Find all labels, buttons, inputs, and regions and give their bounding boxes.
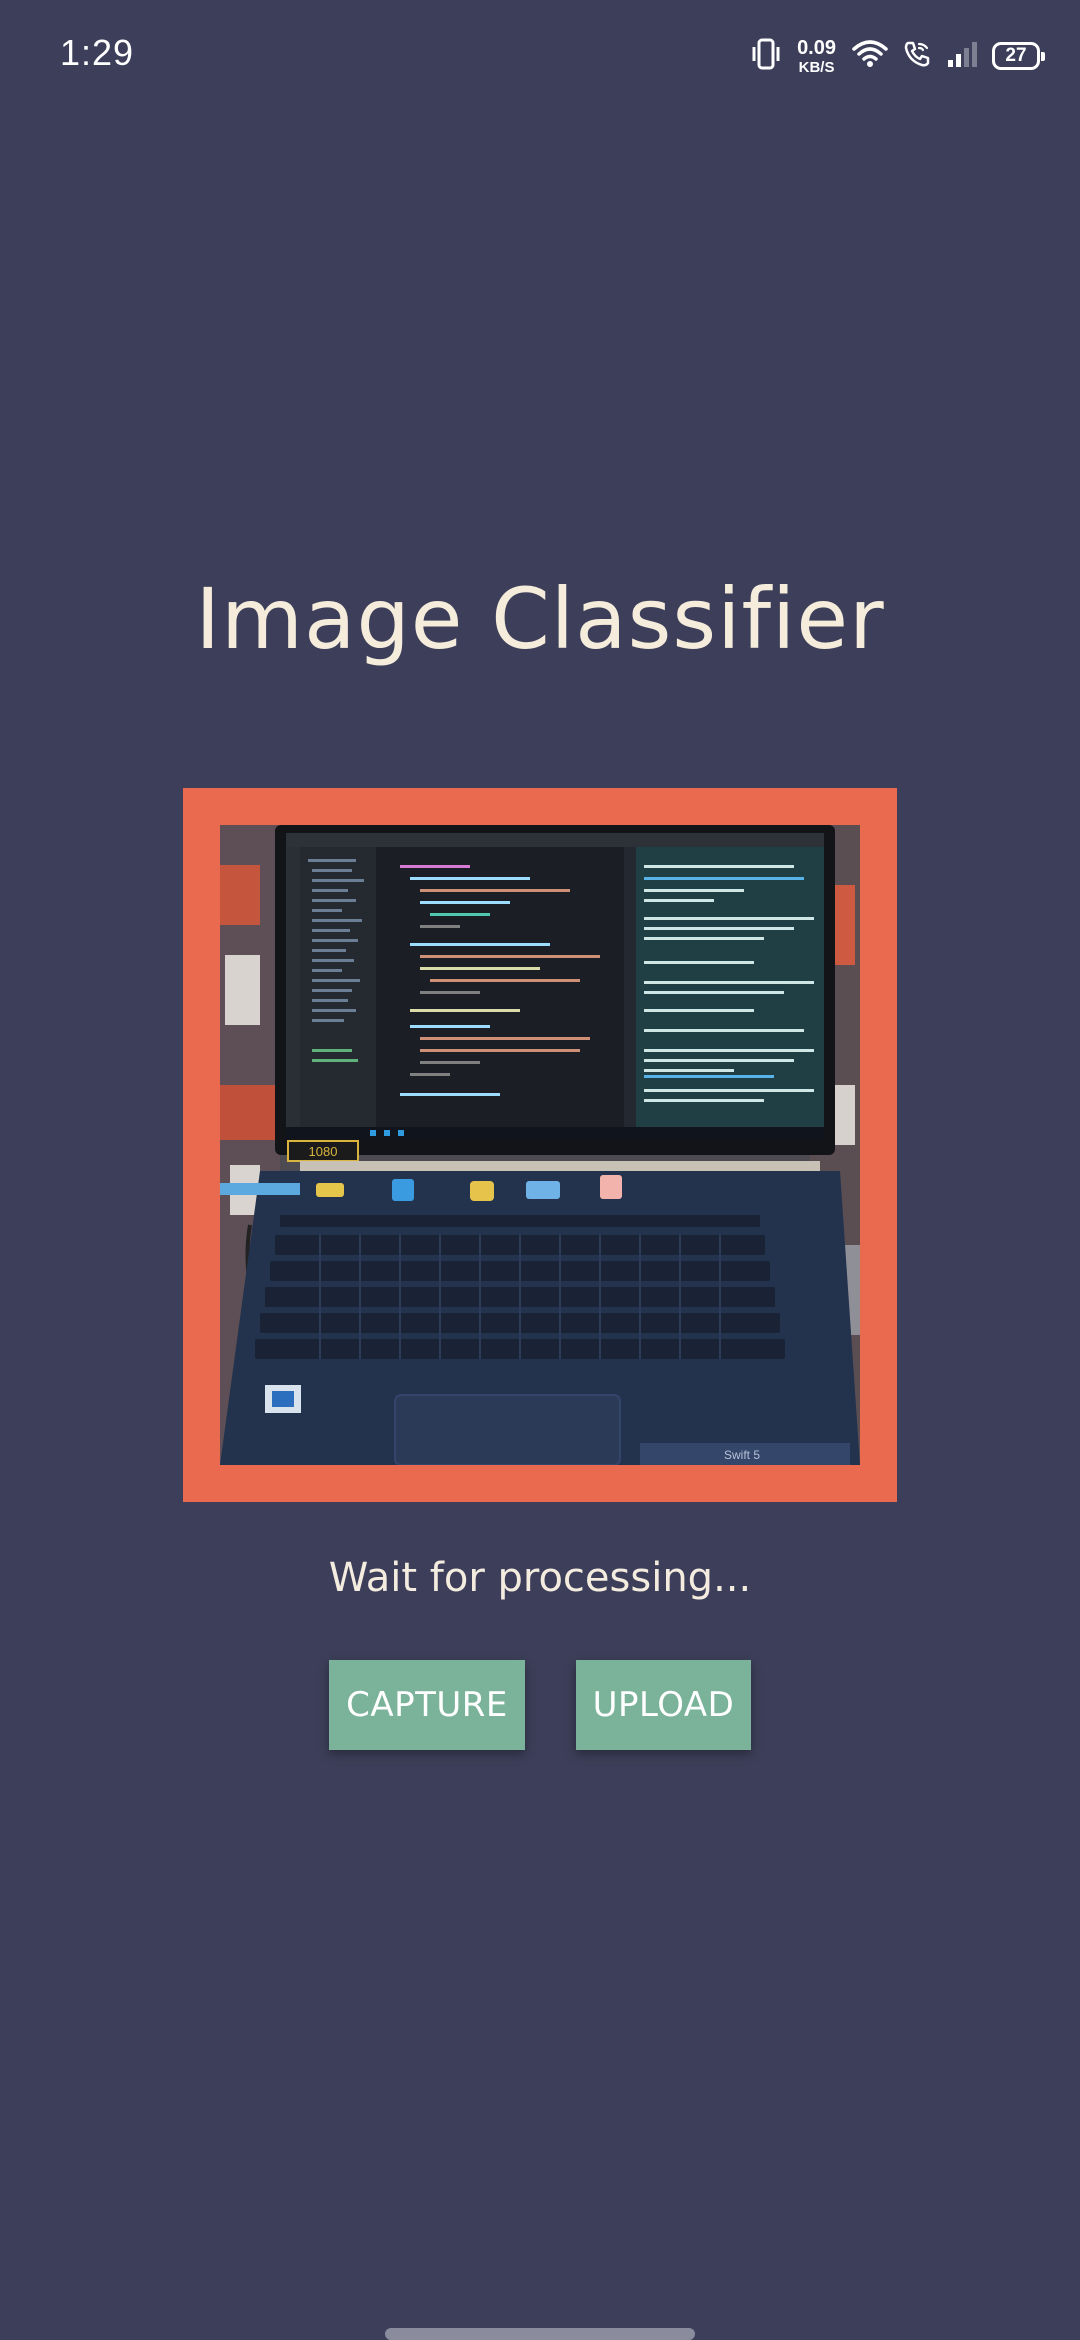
image-preview: 1080 Swift 5 [220, 825, 860, 1465]
net-speed-unit: KB/S [798, 58, 835, 76]
status-bar: 1:29 0.09 KB/S 27 [0, 0, 1080, 110]
net-speed-value: 0.09 [797, 36, 836, 59]
image-preview-frame: 1080 Swift 5 [183, 788, 897, 1502]
wifi-icon [852, 39, 888, 74]
home-indicator[interactable] [385, 2328, 695, 2340]
capture-button[interactable]: CAPTURE [329, 1660, 525, 1750]
app-title: Image Classifier [195, 570, 885, 668]
wifi-call-icon [902, 39, 932, 74]
processing-status-text: Wait for processing... [328, 1555, 752, 1601]
status-time: 1:29 [60, 32, 135, 73]
upload-button[interactable]: UPLOAD [576, 1660, 751, 1750]
battery-icon: 27 [992, 42, 1045, 70]
net-speed: 0.09 KB/S [797, 38, 836, 75]
signal-icon [946, 40, 978, 73]
laptop-photo: 1080 Swift 5 [220, 825, 860, 1465]
trackpad-label-text: Swift 5 [724, 1448, 760, 1462]
screen-sticker-text: 1080 [309, 1144, 338, 1159]
vibrate-icon [751, 37, 781, 76]
status-icons: 0.09 KB/S 27 [751, 34, 1045, 78]
